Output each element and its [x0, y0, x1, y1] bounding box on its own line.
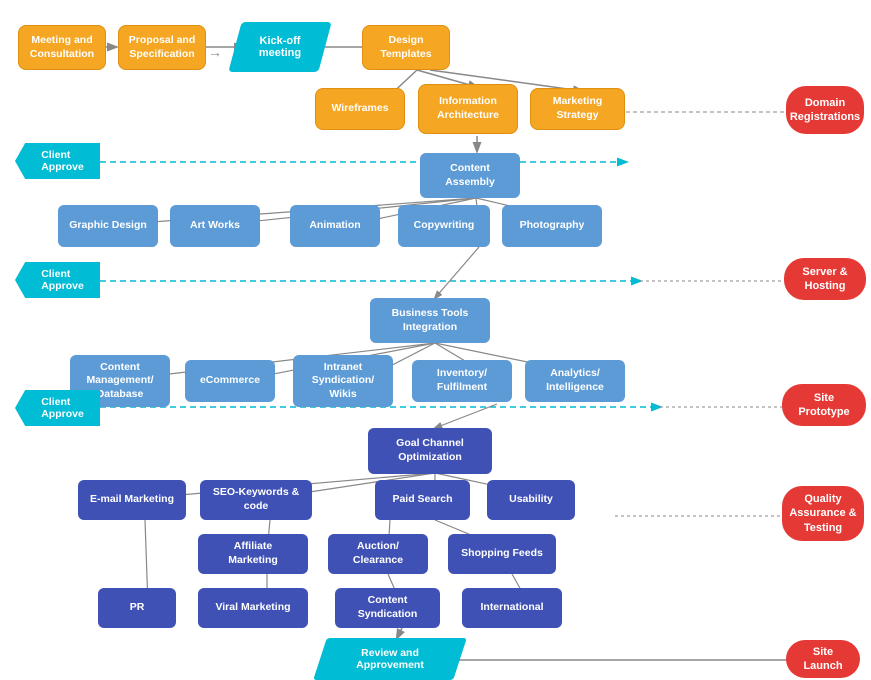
proposal-node: Proposal andSpecification [118, 25, 206, 70]
auction-node: Auction/Clearance [328, 534, 428, 574]
domain-reg-node: DomainRegistrations [786, 86, 864, 134]
content-syndication-node: ContentSyndication [335, 588, 440, 628]
photography-node: Photography [502, 205, 602, 247]
marketing-strategy-node: MarketingStrategy [530, 88, 625, 130]
content-assembly-node: ContentAssembly [420, 153, 520, 198]
inventory-node: Inventory/Fulfilment [412, 360, 512, 402]
site-prototype-node: Site Prototype [782, 384, 866, 426]
intranet-syn-node: IntranetSyndication/Wikis [293, 355, 393, 407]
international-node: International [462, 588, 562, 628]
goal-channel-node: Goal ChannelOptimization [368, 428, 492, 474]
client-approve-1: ClientApprove [15, 143, 100, 179]
kickoff-wrapper: Kick-offmeeting [235, 22, 325, 72]
viral-marketing-node: Viral Marketing [198, 588, 308, 628]
design-templates-node: DesignTemplates [362, 25, 450, 70]
qa-testing-node: QualityAssurance &Testing [782, 486, 864, 541]
info-arch-node: InformationArchitecture [418, 84, 518, 134]
server-hosting-node: Server &Hosting [784, 258, 866, 300]
graphic-design-node: Graphic Design [58, 205, 158, 247]
wireframes-node: Wireframes [315, 88, 405, 130]
art-works-node: Art Works [170, 205, 260, 247]
site-launch-node: Site Launch [786, 640, 860, 678]
usability-node: Usability [487, 480, 575, 520]
affiliate-node: AffiliateMarketing [198, 534, 308, 574]
ecommerce-node: eCommerce [185, 360, 275, 402]
paid-search-node: Paid Search [375, 480, 470, 520]
animation-node: Animation [290, 205, 380, 247]
seo-keywords-node: SEO-Keywords &code [200, 480, 312, 520]
review-wrapper: Review andApprovement [320, 638, 460, 680]
meeting-node: Meeting andConsultation [18, 25, 106, 70]
copywriting-node: Copywriting [398, 205, 490, 247]
analytics-node: Analytics/Intelligence [525, 360, 625, 402]
email-marketing-node: E-mail Marketing [78, 480, 186, 520]
arrow1: → [208, 44, 222, 60]
client-approve-2: ClientApprove [15, 262, 100, 298]
client-approve-3: ClientApprove [15, 390, 100, 426]
flowchart-diagram: Meeting andConsultation Proposal andSpec… [0, 0, 871, 680]
shopping-feeds-node: Shopping Feeds [448, 534, 556, 574]
pr-node: PR [98, 588, 176, 628]
biz-tools-node: Business ToolsIntegration [370, 298, 490, 343]
